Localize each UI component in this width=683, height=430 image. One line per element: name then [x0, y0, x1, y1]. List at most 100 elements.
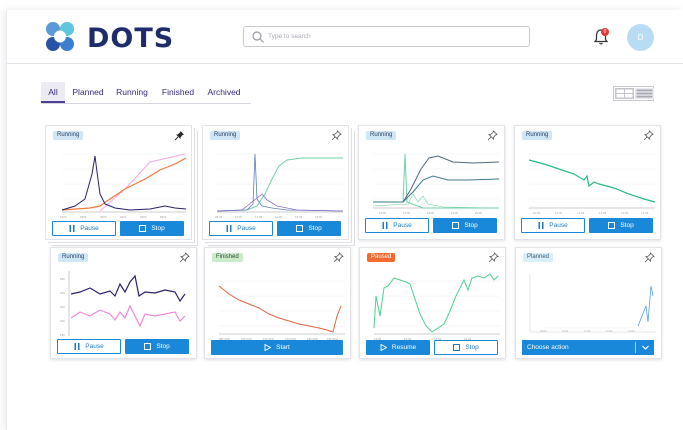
- stop-label: Stop: [308, 225, 322, 232]
- pin-outline-icon[interactable]: [487, 130, 498, 141]
- pause-label: Pause: [80, 225, 99, 232]
- tab-running[interactable]: Running: [113, 82, 151, 103]
- tab-archived[interactable]: Archived: [203, 82, 245, 103]
- start-button[interactable]: Start: [211, 340, 343, 355]
- play-icon: [264, 344, 272, 351]
- svg-text:09:00: 09:00: [540, 330, 547, 333]
- experiment-plot: 1000 2000 3000 4000 5000 6000: [60, 153, 187, 219]
- logo[interactable]: DOTS: [43, 20, 175, 54]
- svg-text:20:00: 20:00: [475, 211, 483, 215]
- pause-button[interactable]: Pause: [521, 218, 585, 233]
- logo-mark-icon: [46, 22, 74, 51]
- status-badge: Planned: [523, 253, 554, 262]
- pin-icon[interactable]: [174, 130, 185, 141]
- choose-action-dropdown[interactable]: Choose action: [522, 340, 654, 355]
- pin-outline-icon[interactable]: [644, 252, 655, 263]
- app-window: DOTS 0 D All Planned Running Finished Ar…: [6, 10, 683, 430]
- experiment-plot: 260 240 220 200 180: [60, 271, 186, 337]
- svg-text:6000: 6000: [160, 215, 167, 219]
- svg-text:260: 260: [60, 277, 65, 281]
- pin-outline-icon[interactable]: [333, 252, 344, 263]
- experiment-card[interactable]: Running 16:00 17:00 18:00 19:00 20:00 Pause …: [358, 125, 505, 240]
- pin-outline-icon[interactable]: [179, 252, 190, 263]
- stop-button[interactable]: Stop: [125, 339, 189, 354]
- filter-tabs: All Planned Running Finished Archived: [41, 82, 251, 104]
- play-icon: [380, 344, 387, 351]
- pause-button[interactable]: Pause: [209, 221, 273, 236]
- svg-text:11:00: 11:00: [577, 211, 585, 215]
- svg-text:18:00: 18:00: [427, 211, 435, 215]
- chevron-down-icon: [642, 345, 649, 350]
- experiment-plot: 10:00 10:30 11:00 11:30 12:00 12:30: [528, 153, 656, 215]
- tab-finished[interactable]: Finished: [158, 82, 198, 103]
- list-view-icon[interactable]: [635, 88, 654, 99]
- pause-button[interactable]: Pause: [57, 339, 121, 354]
- experiment-plot: 08h 00m10h 00m12h 00m14h 00m16h 00m18h 0…: [218, 280, 345, 341]
- svg-text:19:00: 19:00: [451, 211, 459, 215]
- pause-icon: [69, 225, 75, 232]
- svg-text:1000: 1000: [60, 215, 67, 219]
- stop-button[interactable]: Stop: [120, 221, 184, 236]
- stop-icon: [453, 344, 461, 351]
- tab-all[interactable]: All: [41, 82, 65, 103]
- svg-text:08:00: 08:00: [215, 215, 223, 219]
- avatar[interactable]: D: [627, 24, 654, 51]
- svg-text:16:00: 16:00: [295, 215, 303, 219]
- stop-icon: [139, 225, 147, 232]
- stop-label: Stop: [620, 222, 634, 229]
- experiment-plot: 11:0012:0013:0014:00: [373, 273, 500, 341]
- dropdown-divider: [635, 342, 636, 353]
- pause-label: Pause: [237, 225, 256, 232]
- svg-text:3000: 3000: [100, 215, 107, 219]
- pause-label: Pause: [393, 222, 412, 229]
- svg-text:5000: 5000: [140, 215, 147, 219]
- svg-text:10:30: 10:30: [555, 211, 563, 215]
- svg-text:10:00: 10:00: [235, 215, 243, 219]
- svg-text:18:00: 18:00: [315, 215, 323, 219]
- stop-button[interactable]: Stop: [433, 218, 497, 233]
- status-badge: Running: [366, 131, 397, 140]
- stop-icon: [144, 343, 152, 350]
- resume-label: Resume: [391, 344, 417, 351]
- pause-button[interactable]: Pause: [365, 218, 429, 233]
- experiment-card[interactable]: Paused 11:0012:0013:0014:00 Resume Stop: [359, 247, 506, 359]
- experiment-card[interactable]: Planned 09:00 10:00 11:00 12:00 13:00 Choose…: [515, 247, 662, 359]
- experiment-card[interactable]: Running 1000 2000 3000 4000 5000 6000 Pause S…: [45, 125, 192, 240]
- experiment-card[interactable]: Running 10:00 10:30 11:00 11:30 12:00 12:30 P…: [514, 125, 661, 240]
- header: DOTS 0 D: [7, 10, 683, 64]
- svg-text:12:00: 12:00: [255, 215, 263, 219]
- pause-button[interactable]: Pause: [52, 221, 116, 236]
- svg-text:180: 180: [60, 333, 65, 337]
- search-input[interactable]: [268, 29, 518, 44]
- svg-text:4000: 4000: [120, 215, 127, 219]
- svg-text:10:00: 10:00: [533, 211, 541, 215]
- stop-button[interactable]: Stop: [434, 340, 498, 355]
- status-badge: Running: [58, 253, 89, 262]
- grid-view-icon[interactable]: [615, 88, 634, 99]
- stop-label: Stop: [465, 344, 479, 351]
- svg-text:10:00: 10:00: [562, 330, 569, 333]
- svg-text:17:00: 17:00: [403, 211, 411, 215]
- status-badge: Finished: [212, 253, 243, 262]
- stop-icon: [608, 222, 616, 229]
- experiment-card[interactable]: Finished 08h 00m10h 00m12h 00m14h 00m16h…: [204, 247, 351, 359]
- pin-outline-icon[interactable]: [643, 130, 654, 141]
- search-box[interactable]: [243, 26, 530, 47]
- resume-button[interactable]: Resume: [366, 340, 430, 355]
- stop-button[interactable]: Stop: [277, 221, 341, 236]
- pause-label: Pause: [549, 222, 568, 229]
- svg-text:14:00: 14:00: [275, 215, 283, 219]
- notification-count-badge: 0: [601, 28, 609, 36]
- experiment-plot: 16:00 17:00 18:00 19:00 20:00: [372, 153, 500, 215]
- experiment-plot: 09:00 10:00 11:00 12:00 13:00: [529, 274, 656, 333]
- stop-button[interactable]: Stop: [589, 218, 653, 233]
- experiment-card[interactable]: Running 260 240 220 200 180 Pause Stop: [50, 247, 197, 359]
- pause-icon: [74, 343, 80, 350]
- pin-outline-icon[interactable]: [331, 130, 342, 141]
- experiment-card[interactable]: Running 08:00 10:00 12:00 14:00 16:00 18:00 P…: [202, 125, 349, 240]
- svg-text:12:00: 12:00: [606, 330, 613, 333]
- stop-label: Stop: [464, 222, 478, 229]
- tab-planned[interactable]: Planned: [69, 82, 107, 103]
- pin-outline-icon[interactable]: [488, 252, 499, 263]
- experiment-plot: 08:00 10:00 12:00 14:00 16:00 18:00: [215, 153, 344, 219]
